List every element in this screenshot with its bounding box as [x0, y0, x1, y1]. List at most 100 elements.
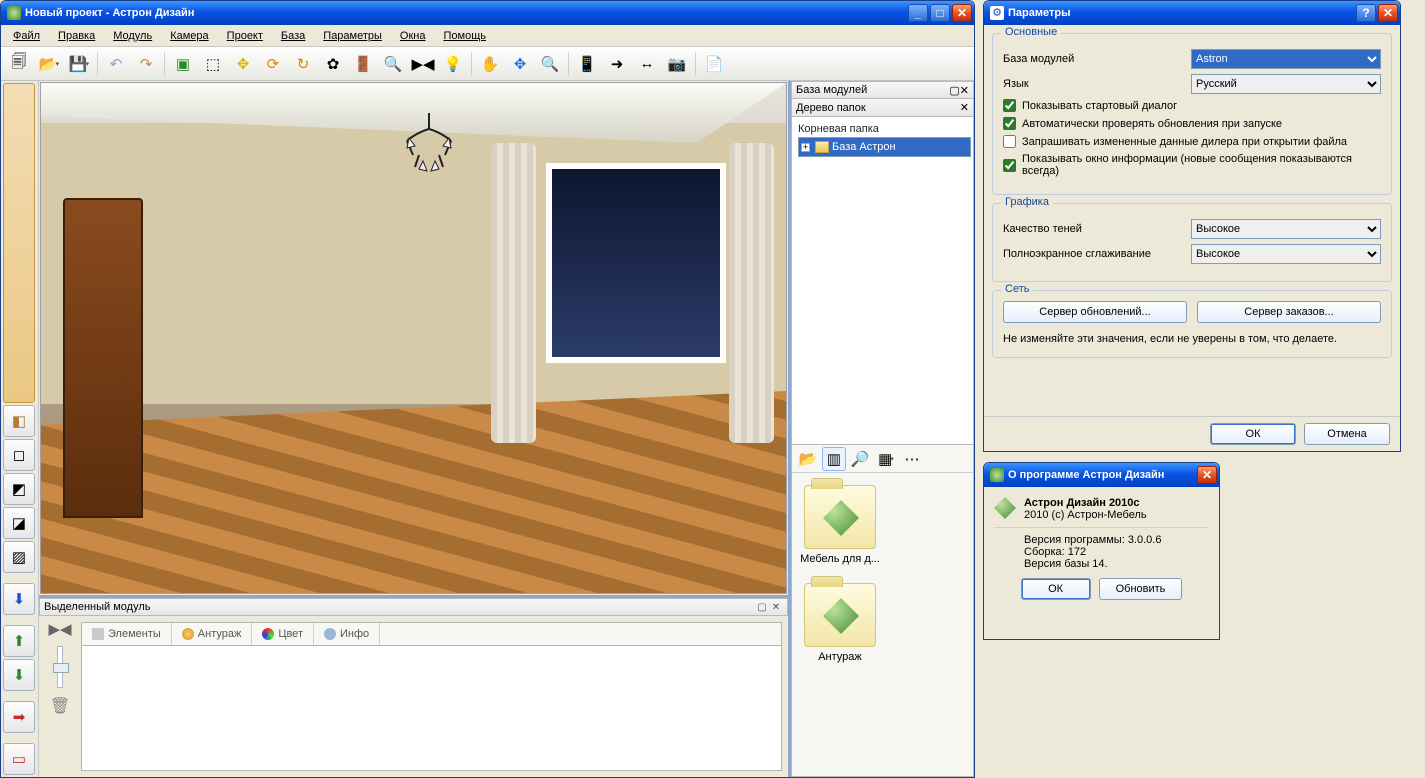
screen-rect-icon[interactable]: ▭	[3, 743, 35, 775]
export-icon[interactable]: ➜	[603, 50, 631, 78]
arrow-right-red-icon[interactable]: ➡	[3, 701, 35, 733]
select-shadow-quality[interactable]: Высокое	[1191, 219, 1381, 239]
light-bulb-icon[interactable]: 💡	[439, 50, 467, 78]
menu-base[interactable]: База	[273, 28, 313, 44]
calc-icon[interactable]: 📱	[573, 50, 601, 78]
select-antialias[interactable]: Высокое	[1191, 244, 1381, 264]
select-language[interactable]: Русский	[1191, 74, 1381, 94]
btn-about-ok[interactable]: ОК	[1021, 578, 1091, 600]
snapshot-icon[interactable]: 📷	[663, 50, 691, 78]
view-mode-icon[interactable]: ▦▾	[874, 447, 898, 471]
btn-ok[interactable]: ОК	[1210, 423, 1296, 445]
panel-close-icon[interactable]: ✕	[960, 84, 969, 97]
menu-windows[interactable]: Окна	[392, 28, 434, 44]
box-half-icon[interactable]: ◪	[3, 507, 35, 539]
dock-float-icon[interactable]: ▢	[755, 600, 769, 614]
panel-close-icon[interactable]: ✕	[960, 101, 969, 114]
undo-icon[interactable]: ↶	[102, 50, 130, 78]
bottom-left-tools: ▶◀ 🗑	[39, 616, 81, 777]
box-wire-icon[interactable]: ◻	[3, 439, 35, 471]
panel-float-icon[interactable]: ▢	[949, 84, 959, 97]
about-titlebar[interactable]: О программе Астрон Дизайн ✕	[984, 463, 1219, 487]
separator	[695, 52, 696, 76]
orbit-icon[interactable]: ✥	[506, 50, 534, 78]
trash-icon[interactable]: 🗑	[50, 696, 70, 716]
btn-cancel[interactable]: Отмена	[1304, 423, 1390, 445]
btn-about-update[interactable]: Обновить	[1099, 578, 1183, 600]
close-button[interactable]: ✕	[1197, 466, 1217, 484]
new-file-icon[interactable]: 🗐	[5, 50, 33, 78]
menu-edit[interactable]: Правка	[50, 28, 103, 44]
btn-order-server[interactable]: Сервер заказов...	[1197, 301, 1381, 323]
mirror-icon[interactable]: ▶◀	[409, 50, 437, 78]
leaf-icon	[990, 468, 1004, 482]
more-icon[interactable]: ⋯	[900, 447, 924, 471]
tab-info[interactable]: Инфо	[314, 623, 380, 645]
chk-dealer-data[interactable]: Запрашивать измененные данные дилера при…	[1003, 135, 1381, 148]
slider-vertical[interactable]	[57, 646, 63, 688]
redo-icon[interactable]: ↷	[132, 50, 160, 78]
thumb-furniture[interactable]: Мебель для д...	[798, 485, 882, 565]
door-icon[interactable]: 🚪	[349, 50, 377, 78]
close-button[interactable]: ✕	[1378, 4, 1398, 22]
folder-up-icon[interactable]: 📂	[796, 447, 820, 471]
tree-item-astron[interactable]: + База Астрон	[798, 137, 971, 157]
select-pointer-icon[interactable]: ⬚	[199, 50, 227, 78]
app-title: Новый проект - Астрон Дизайн	[25, 7, 908, 19]
chk-info-window[interactable]: Показывать окно информации (новые сообще…	[1003, 153, 1381, 177]
tab-elements[interactable]: Элементы	[82, 623, 172, 645]
collapse-left-icon[interactable]: ▶◀	[48, 620, 71, 638]
tab-entourage[interactable]: Антураж	[172, 623, 253, 645]
menu-module[interactable]: Модуль	[105, 28, 160, 44]
rotate-90-icon[interactable]: ⟳	[259, 50, 287, 78]
find-icon[interactable]: 🔎	[848, 447, 872, 471]
thumb-entourage[interactable]: Антураж	[798, 583, 882, 663]
panel-header-db[interactable]: База модулей ▢ ✕	[791, 81, 974, 99]
tab-color[interactable]: Цвет	[252, 623, 314, 645]
menu-help[interactable]: Помощь	[435, 28, 494, 44]
about-copyright: 2010 (c) Астрон-Мебель	[1024, 509, 1147, 521]
minimize-button[interactable]: _	[908, 4, 928, 22]
bottom-dock-header[interactable]: Выделенный модуль ▢ ✕	[39, 598, 788, 616]
box-solid-icon[interactable]: ◧	[3, 405, 35, 437]
folder-tree[interactable]: Корневая папка + База Астрон	[791, 117, 974, 445]
open-file-icon[interactable]: 📂▾	[35, 50, 63, 78]
menu-file[interactable]: Файл	[5, 28, 48, 44]
close-button[interactable]: ✕	[952, 4, 972, 22]
dock-close-icon[interactable]: ✕	[769, 600, 783, 614]
menu-params[interactable]: Параметры	[315, 28, 390, 44]
pan-hand-icon[interactable]: ✋	[476, 50, 504, 78]
color-wheel-icon[interactable]: ✿	[319, 50, 347, 78]
select-database[interactable]: Astron	[1191, 49, 1381, 69]
select-area-icon[interactable]: ▣	[169, 50, 197, 78]
wall-material-icon[interactable]	[3, 83, 35, 403]
panel-header-tree[interactable]: Дерево папок ✕	[791, 99, 974, 117]
about-logo-icon	[994, 497, 1016, 519]
btn-update-server[interactable]: Сервер обновлений...	[1003, 301, 1187, 323]
tree-expand-icon[interactable]: +	[801, 143, 810, 152]
arrow-up-green-icon[interactable]: ⬆	[3, 625, 35, 657]
arrow-down-green-icon[interactable]: ⬇	[3, 659, 35, 691]
chk-start-dialog[interactable]: Показывать стартовый диалог	[1003, 99, 1381, 112]
module-view-icon[interactable]: ▥	[822, 447, 846, 471]
menu-camera[interactable]: Камера	[162, 28, 216, 44]
dimension-icon[interactable]: ↔	[633, 50, 661, 78]
zoom-rect-icon[interactable]: 🔍	[379, 50, 407, 78]
maximize-button[interactable]: □	[930, 4, 950, 22]
viewport-3d[interactable]	[40, 82, 787, 594]
help-button[interactable]: ?	[1356, 4, 1376, 22]
arrow-down-blue-icon[interactable]: ⬇	[3, 583, 35, 615]
save-file-icon[interactable]: 💾▾	[65, 50, 93, 78]
thumbnail-list[interactable]: Мебель для д... Антураж	[792, 473, 973, 776]
scene-chandelier-icon	[399, 113, 459, 183]
box-shadow-icon[interactable]: ◩	[3, 473, 35, 505]
parameters-titlebar[interactable]: ⚙ Параметры ? ✕	[984, 1, 1400, 25]
rotate-free-icon[interactable]: ↻	[289, 50, 317, 78]
box-hidden-icon[interactable]: ▨	[3, 541, 35, 573]
chk-auto-update[interactable]: Автоматически проверять обновления при з…	[1003, 117, 1381, 130]
zoom-icon[interactable]: 🔍	[536, 50, 564, 78]
report-icon[interactable]: 📄	[700, 50, 728, 78]
move-icon[interactable]: ✥	[229, 50, 257, 78]
menu-project[interactable]: Проект	[219, 28, 271, 44]
titlebar[interactable]: Новый проект - Астрон Дизайн _ □ ✕	[1, 1, 974, 25]
